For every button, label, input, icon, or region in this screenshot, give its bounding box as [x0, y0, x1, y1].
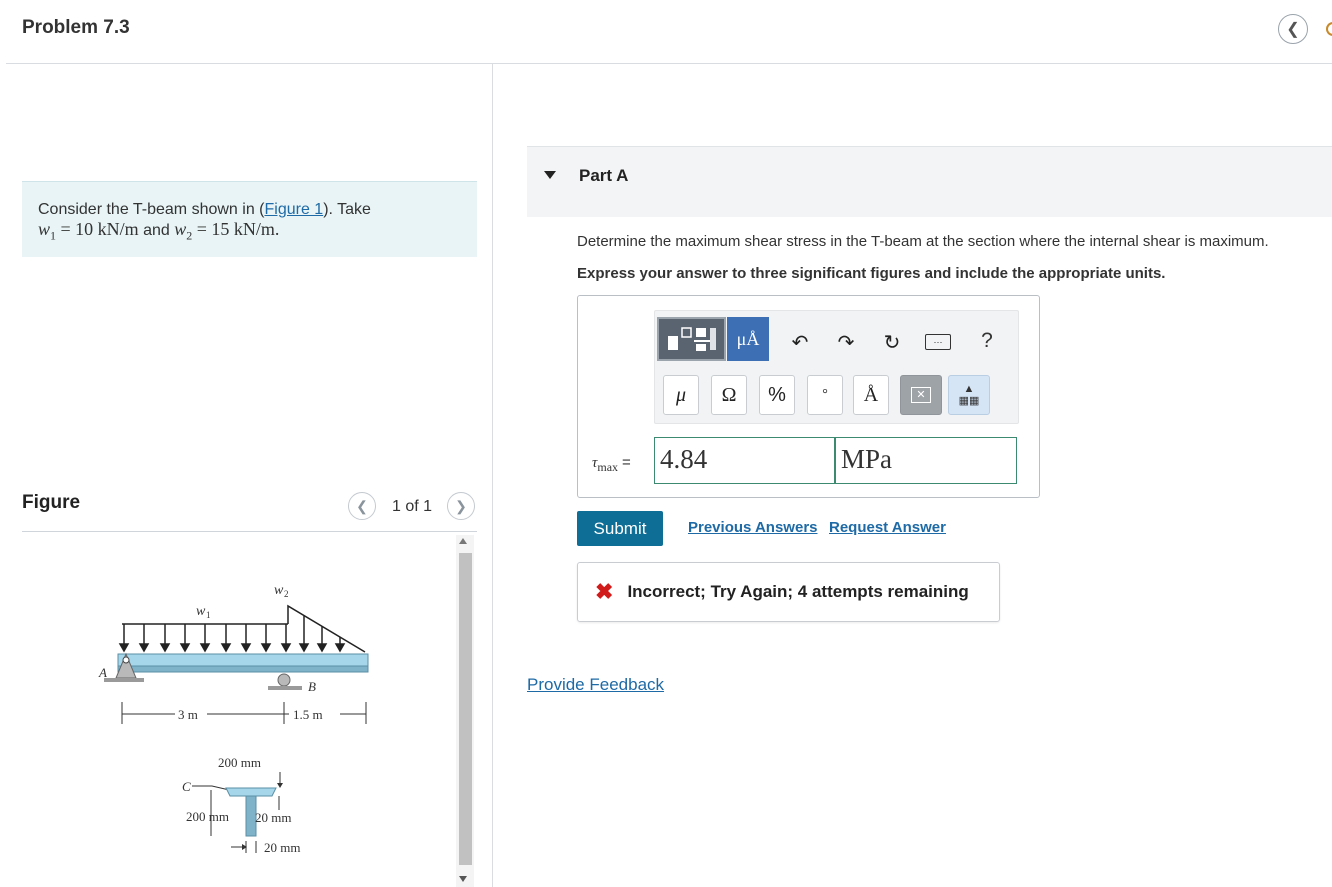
flange-thickness-label: 20 mm	[255, 810, 291, 825]
units-button[interactable]: μÅ	[727, 317, 769, 361]
figure-next-button[interactable]: ❯	[447, 492, 475, 520]
symbol-angstrom-button[interactable]: Å	[853, 375, 889, 415]
beam	[117, 653, 369, 667]
chevron-left-icon: ❮	[1286, 21, 1300, 38]
part-a-title: Part A	[579, 166, 629, 185]
figure-scrollbar-thumb[interactable]	[459, 553, 472, 865]
dim-3m: 3 m	[178, 707, 198, 722]
w2-label: w	[274, 583, 284, 598]
answer-label: τmax =	[592, 454, 631, 474]
symbol-mu-button[interactable]: μ	[663, 375, 699, 415]
next-problem-partial-icon[interactable]	[1326, 22, 1332, 36]
t-section-diagram: 200 mm C 200 mm 20 mm 20 mm	[182, 755, 300, 855]
error-x-icon: ✖	[595, 579, 614, 604]
scroll-up-arrow-icon[interactable]	[459, 538, 467, 544]
instruction-text: Express your answer to three significant…	[577, 265, 1166, 282]
figure-counter: 1 of 1	[392, 498, 433, 515]
redo-icon[interactable]: ↷	[831, 327, 861, 357]
help-button[interactable]: ?	[972, 326, 1002, 356]
problem-statement: Consider the T-beam shown in (Figure 1).…	[22, 181, 477, 257]
flange	[225, 787, 277, 797]
chevron-left-icon: ❮	[356, 497, 368, 514]
header-divider	[6, 63, 1332, 64]
question-text: Determine the maximum shear stress in th…	[577, 233, 1269, 250]
backspace-icon: ✕	[911, 387, 931, 403]
w2-expression: w2 = 15 kN/m.	[174, 219, 280, 243]
reset-icon[interactable]: ↻	[877, 327, 907, 357]
feedback-message: ✖ Incorrect; Try Again; 4 attempts remai…	[577, 562, 1000, 622]
request-answer-link[interactable]: Request Answer	[829, 519, 946, 536]
roller-support-b	[277, 673, 291, 687]
previous-problem-button[interactable]: ❮	[1278, 14, 1308, 44]
figure-divider	[22, 531, 477, 532]
chevron-right-icon: ❯	[455, 497, 467, 514]
provide-feedback-link[interactable]: Provide Feedback	[527, 675, 664, 695]
feedback-text: Incorrect; Try Again; 4 attempts remaini…	[627, 582, 969, 601]
w2-sub: 2	[284, 589, 289, 599]
dim-1-5m: 1.5 m	[293, 707, 323, 722]
keyboard-icon[interactable]: ⋯	[925, 334, 951, 350]
submit-button[interactable]: Submit	[577, 511, 663, 546]
figure-prev-button[interactable]: ❮	[348, 492, 376, 520]
load-arrows-uniform	[118, 624, 292, 653]
value-input[interactable]: 4.84	[654, 437, 835, 484]
templates-button[interactable]	[657, 317, 726, 361]
label-b: B	[308, 679, 316, 694]
undo-icon[interactable]: ↶	[785, 327, 815, 357]
scroll-down-arrow-icon[interactable]	[459, 876, 467, 882]
symbol-degree-button[interactable]: °	[807, 375, 843, 415]
web-height-label: 200 mm	[186, 809, 229, 824]
previous-answers-link[interactable]: Previous Answers	[688, 519, 818, 536]
keyboard-up-icon: ▲ ▦▦	[958, 383, 980, 407]
w1-sub: 1	[206, 610, 211, 620]
web-thickness-label: 20 mm	[264, 840, 300, 855]
collapse-triangle-icon[interactable]	[544, 171, 556, 179]
label-a: A	[98, 665, 107, 680]
part-a-header[interactable]	[527, 146, 1332, 217]
symbol-percent-button[interactable]: %	[759, 375, 795, 415]
page-title: Problem 7.3	[22, 17, 130, 38]
beam-diagram: w 1 w 2 A B 3 m 1.5 m	[98, 583, 369, 724]
figure-link[interactable]: Figure 1	[264, 201, 323, 218]
w1-label: w	[196, 604, 206, 619]
unit-input[interactable]: MPa	[835, 437, 1017, 484]
templates-icon	[667, 327, 716, 351]
symbol-omega-button[interactable]: Ω	[711, 375, 747, 415]
load-arrows-triangular	[298, 616, 346, 653]
keyboard-toggle-button[interactable]: ▲ ▦▦	[948, 375, 990, 415]
backspace-button[interactable]: ✕	[900, 375, 942, 415]
column-divider	[492, 64, 493, 887]
label-c: C	[182, 779, 191, 794]
w1-expression: w1 = 10 kN/m	[38, 219, 139, 243]
figure-heading: Figure	[22, 492, 81, 513]
flange-width-label: 200 mm	[218, 755, 261, 770]
